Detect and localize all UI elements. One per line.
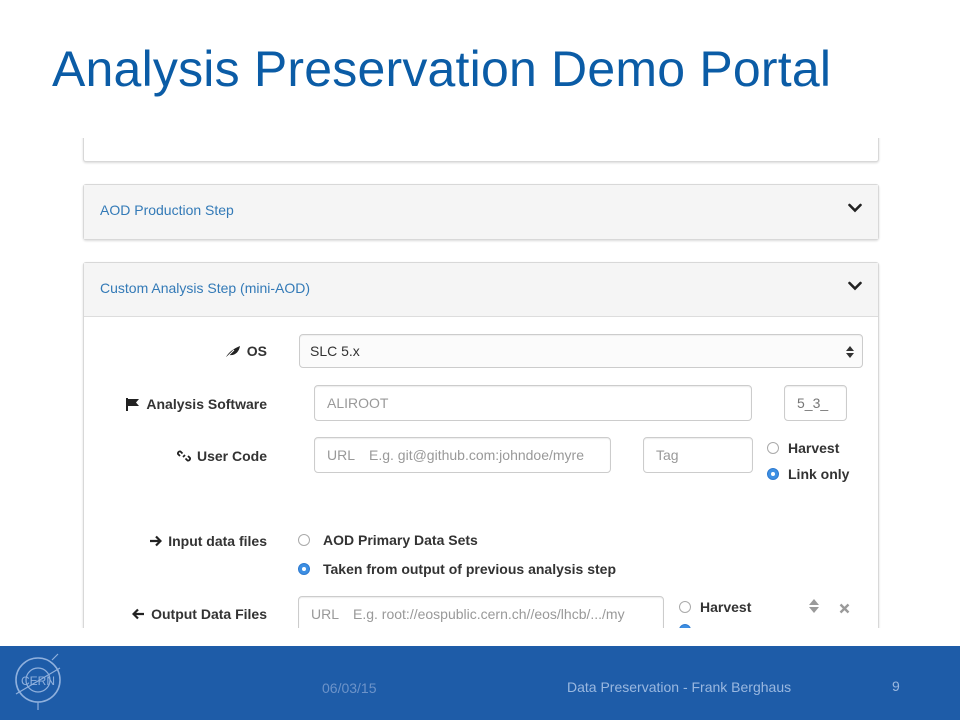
arrow-right-icon [150,535,163,547]
analysis-software-input[interactable]: ALIROOT [314,385,752,421]
user-code-link-only-option[interactable]: Link only [767,466,849,482]
previous-step-label: Taken from output of previous analysis s… [323,561,617,577]
footer-date: 06/03/15 [322,680,377,696]
svg-text:CERN: CERN [21,674,55,688]
os-label: OS [90,341,267,361]
os-select[interactable]: SLC 5.x [299,334,863,368]
os-label-text: OS [246,343,267,359]
slide-footer [0,646,960,720]
page-number: 9 [892,678,900,694]
input-data-files-label: Input data files [90,531,267,551]
panel-aod-production[interactable]: AOD Production Step [83,184,879,240]
previous-step-radio[interactable] [298,563,310,575]
arrow-left-icon [132,608,145,620]
panel-aod-title[interactable]: AOD Production Step [100,202,234,218]
os-select-value: SLC 5.x [310,343,360,359]
panel-custom-header[interactable]: Custom Analysis Step (mini-AOD) [84,263,878,317]
user-code-url-prefix: URL [327,447,356,463]
output-data-files-label-text: Output Data Files [151,606,267,622]
output-second-option[interactable] [679,624,691,628]
chevron-down-icon[interactable] [846,199,864,217]
analysis-software-placeholder: ALIROOT [327,395,389,411]
analysis-software-label-text: Analysis Software [146,396,267,412]
output-data-files-label: Output Data Files [90,604,267,624]
aod-primary-radio[interactable] [298,534,310,546]
software-version-input[interactable]: 5_3_ [784,385,847,421]
output-url-input[interactable]: URL E.g. root://eospublic.cern.ch//eos/l… [298,596,664,628]
user-code-url-placeholder: E.g. git@github.com:johndoe/myre [369,447,585,463]
output-second-radio[interactable] [679,624,691,628]
output-harvest-label: Harvest [700,599,752,615]
user-code-url-input[interactable]: URL E.g. git@github.com:johndoe/myre [314,437,611,473]
link-only-radio[interactable] [767,468,779,480]
link-icon [177,450,191,462]
aod-primary-label: AOD Primary Data Sets [323,532,478,548]
flag-icon [126,397,140,411]
input-data-files-label-text: Input data files [168,533,267,549]
close-icon[interactable] [839,601,850,619]
user-code-label: User Code [90,446,267,466]
link-only-label: Link only [788,466,850,482]
harvest-label: Harvest [788,440,840,456]
tag-placeholder: Tag [656,447,679,463]
slide-title: Analysis Preservation Demo Portal [52,41,832,97]
input-option-aod[interactable]: AOD Primary Data Sets [298,532,478,548]
chevron-down-icon[interactable] [846,277,864,295]
harvest-radio[interactable] [767,442,779,454]
panel-custom-title[interactable]: Custom Analysis Step (mini-AOD) [100,280,310,296]
collapsed-panel-top[interactable] [83,138,879,162]
output-url-placeholder: E.g. root://eospublic.cern.ch//eos/lhcb/… [353,606,625,622]
user-code-harvest-option[interactable]: Harvest [767,440,839,456]
software-version-value: 5_3_ [797,395,829,411]
input-option-previous-step[interactable]: Taken from output of previous analysis s… [298,561,616,577]
analysis-software-label: Analysis Software [90,394,267,414]
portal-screenshot: AOD Production Step Custom Analysis Step… [70,138,890,628]
output-harvest-radio[interactable] [679,601,691,613]
output-harvest-option[interactable]: Harvest [679,599,751,615]
select-caret-icon [846,346,854,358]
panel-aod-header[interactable]: AOD Production Step [84,185,878,239]
cern-logo: CERN [8,650,70,717]
output-url-prefix: URL [311,606,340,622]
footer-presenter: Data Preservation - Frank Berghaus [567,679,792,695]
user-code-tag-input[interactable]: Tag [643,437,753,473]
user-code-label-text: User Code [196,448,267,464]
sort-icon[interactable] [809,598,819,619]
leaf-icon [225,345,240,357]
